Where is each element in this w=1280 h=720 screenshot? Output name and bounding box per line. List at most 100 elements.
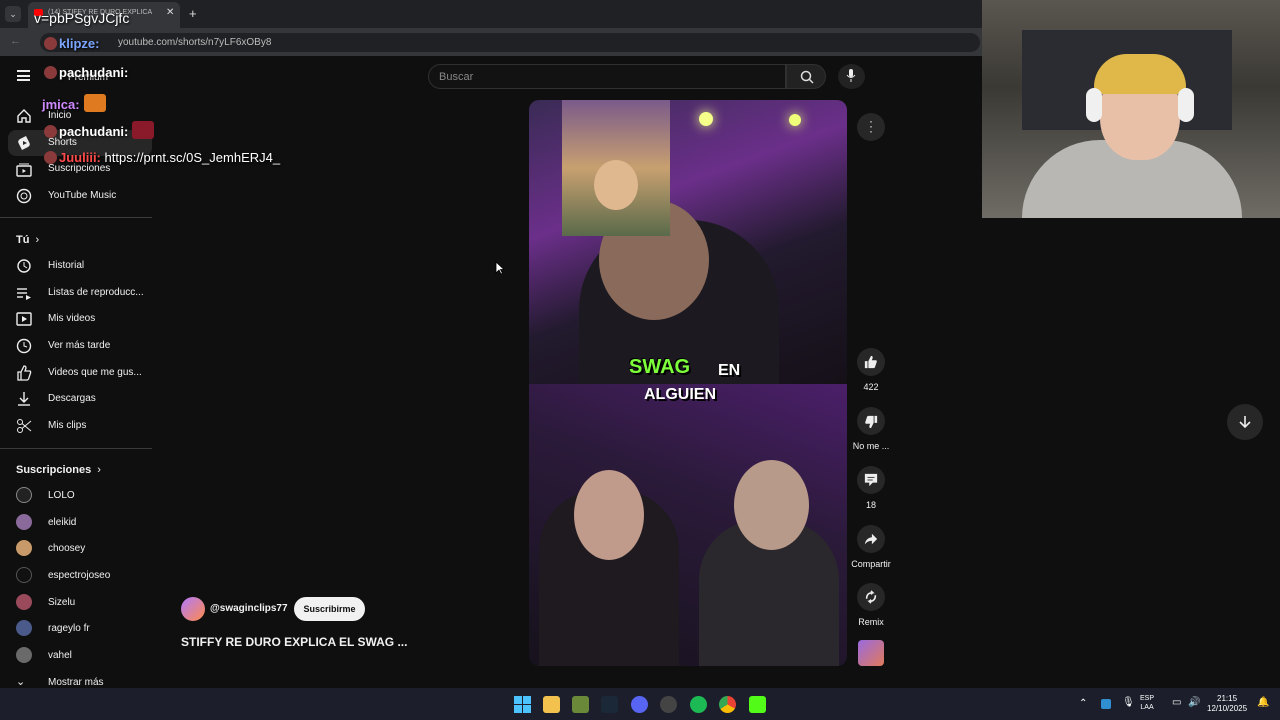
dislike-button[interactable] bbox=[857, 407, 885, 435]
meme-baby-face bbox=[594, 160, 638, 210]
like-icon bbox=[17, 365, 32, 381]
divider bbox=[0, 448, 152, 449]
avatar bbox=[16, 487, 32, 503]
chat-user: jmica: bbox=[42, 97, 80, 112]
sidebar-item-descargas[interactable]: Descargas bbox=[8, 386, 152, 412]
sidebar-item-label: Ver más tarde bbox=[48, 340, 111, 351]
voice-search-button[interactable] bbox=[838, 64, 865, 89]
tray-app-icon[interactable] bbox=[1101, 699, 1111, 709]
obs-icon[interactable] bbox=[660, 696, 677, 713]
sidebar-item-mis-clips[interactable]: Mis clips bbox=[8, 413, 152, 439]
url-text[interactable]: youtube.com/shorts/n7yLF6xOBy8 bbox=[118, 37, 271, 48]
chat-badge-icon bbox=[44, 37, 57, 50]
sound-thumbnail[interactable] bbox=[858, 640, 884, 666]
music-icon bbox=[16, 188, 32, 204]
new-tab-button[interactable]: + bbox=[189, 6, 197, 21]
subscribe-button[interactable]: Suscribirme bbox=[294, 597, 365, 621]
show-more-label: Mostrar más bbox=[48, 677, 104, 688]
remix-button[interactable] bbox=[857, 583, 885, 611]
thumb-up-icon bbox=[864, 355, 877, 369]
screen: ⌄ (14) STIFFY RE DURO EXPLICA ✕ + ← yout… bbox=[0, 0, 1280, 720]
back-icon[interactable]: ← bbox=[10, 35, 21, 47]
subscription-item[interactable]: espectrojoseo bbox=[8, 563, 152, 589]
file-explorer-icon[interactable] bbox=[543, 696, 560, 713]
sidebar-item-videos-gustan[interactable]: Videos que me gus... bbox=[8, 360, 152, 386]
share-icon bbox=[864, 533, 878, 545]
steam-icon[interactable] bbox=[601, 696, 618, 713]
download-icon bbox=[18, 392, 30, 406]
shorts-icon bbox=[18, 136, 30, 150]
menu-icon[interactable] bbox=[17, 70, 30, 81]
chrome-icon[interactable] bbox=[719, 696, 736, 713]
volume-icon[interactable]: 🔊 bbox=[1188, 697, 1200, 708]
chat-message: pachudani: bbox=[44, 121, 155, 139]
subscription-item[interactable]: rageylo fr bbox=[8, 616, 152, 642]
clock-time: 21:15 bbox=[1217, 694, 1238, 703]
sidebar-item-ver-mas-tarde[interactable]: Ver más tarde bbox=[8, 333, 152, 359]
notifications-icon[interactable]: 🔔 bbox=[1257, 697, 1269, 708]
home-icon bbox=[17, 109, 31, 123]
webcam-headphones bbox=[1086, 88, 1102, 122]
kick-icon[interactable] bbox=[749, 696, 766, 713]
network-icon[interactable]: ▭ bbox=[1172, 697, 1181, 708]
spotify-icon[interactable] bbox=[690, 696, 707, 713]
sidebar-item-label: Listas de reproducc... bbox=[48, 287, 144, 298]
section-suscripciones[interactable]: Suscripciones › bbox=[16, 464, 101, 476]
channel-avatar[interactable] bbox=[181, 597, 205, 621]
webcam-headphones bbox=[1178, 88, 1194, 122]
tray-chevron-up-icon[interactable]: ⌃ bbox=[1079, 698, 1087, 709]
avatar bbox=[16, 594, 32, 610]
emote-icon bbox=[83, 94, 106, 112]
video-caption-en: EN bbox=[718, 362, 741, 379]
minecraft-icon[interactable] bbox=[572, 696, 589, 713]
windows-start-icon[interactable] bbox=[514, 696, 531, 713]
section-title: Tú bbox=[16, 234, 30, 246]
avatar bbox=[16, 514, 32, 530]
chat-text: https://prnt.sc/0S_JemhERJ4_ bbox=[104, 150, 281, 165]
section-title: Suscripciones bbox=[16, 464, 92, 476]
subscription-label: rageylo fr bbox=[48, 623, 90, 634]
more-options-button[interactable]: · · · bbox=[857, 113, 885, 141]
subscription-item[interactable]: vahel bbox=[8, 643, 152, 669]
channel-name[interactable]: @swaginclips77 bbox=[210, 603, 288, 614]
video-light bbox=[789, 114, 801, 126]
subscription-item[interactable]: eleikid bbox=[8, 510, 152, 536]
remix-label: Remix bbox=[858, 617, 884, 627]
subscription-item[interactable]: LOLO bbox=[8, 483, 152, 509]
subscription-label: choosey bbox=[48, 543, 86, 554]
microphone-tray-icon[interactable]: 🎙 bbox=[1122, 697, 1135, 708]
subscription-item[interactable]: Sizelu bbox=[8, 590, 152, 616]
share-button[interactable] bbox=[857, 525, 885, 553]
language-code: ESP bbox=[1140, 695, 1155, 702]
comment-icon bbox=[864, 473, 878, 487]
discord-icon[interactable] bbox=[631, 696, 648, 713]
tab-menu-button[interactable]: ⌄ bbox=[5, 6, 21, 22]
sidebar-item-listas[interactable]: Listas de reproducc... bbox=[8, 280, 152, 306]
sidebar-item-historial[interactable]: Historial bbox=[8, 253, 152, 279]
sidebar-item-mis-videos[interactable]: Mis videos bbox=[8, 306, 152, 332]
video-title[interactable]: STIFFY RE DURO EXPLICA EL SWAG ... bbox=[181, 635, 407, 649]
subscription-item[interactable]: choosey bbox=[8, 536, 152, 562]
like-button[interactable] bbox=[857, 348, 885, 376]
arrow-down-icon bbox=[1239, 416, 1251, 429]
search-input[interactable] bbox=[428, 64, 786, 89]
sidebar-item-youtube-music[interactable]: YouTube Music bbox=[8, 183, 152, 209]
language-indicator[interactable]: ESP LAA bbox=[1140, 694, 1154, 712]
system-clock[interactable]: 21:15 12/10/2025 bbox=[1207, 694, 1247, 714]
my-videos-icon bbox=[16, 312, 32, 326]
next-video-button[interactable] bbox=[1227, 404, 1263, 440]
dislike-label: No me ... bbox=[852, 441, 890, 451]
close-tab-icon[interactable]: ✕ bbox=[166, 7, 174, 18]
chat-user: Juuliii: bbox=[59, 150, 101, 165]
comment-count: 18 bbox=[865, 500, 876, 510]
chevron-right-icon: › bbox=[97, 464, 101, 476]
chat-badge-icon bbox=[44, 125, 57, 138]
comments-button[interactable] bbox=[857, 466, 885, 494]
chat-user: klipze: bbox=[59, 36, 100, 51]
sidebar-item-label: Mis videos bbox=[48, 313, 96, 324]
mic-icon bbox=[846, 69, 856, 82]
search-button[interactable] bbox=[786, 64, 826, 89]
sidebar-item-label: Descargas bbox=[48, 393, 96, 404]
section-tu[interactable]: Tú › bbox=[16, 234, 39, 246]
subscriptions-icon bbox=[16, 163, 32, 177]
